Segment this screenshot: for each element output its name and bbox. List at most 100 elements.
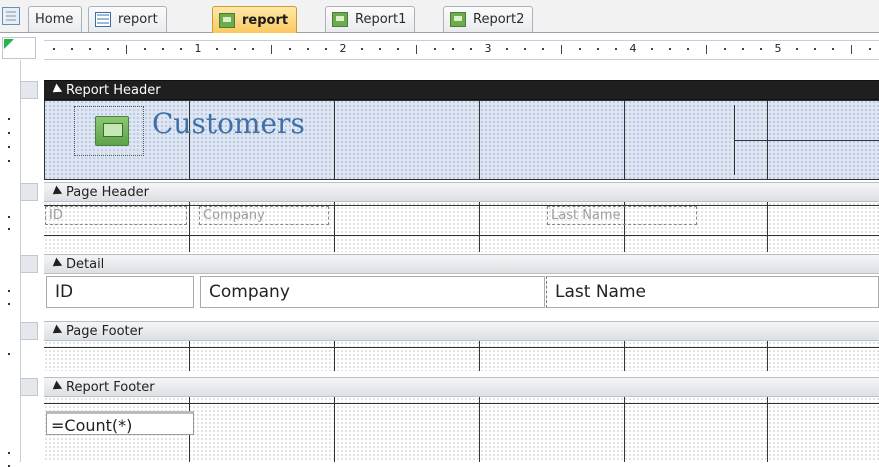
ruler-dot [107, 48, 109, 50]
vertical-ruler-mark [8, 132, 10, 134]
field-id[interactable]: ID [46, 276, 194, 308]
ruler-dot [234, 48, 236, 50]
ruler-dot [724, 48, 726, 50]
tab-report-table-label: report [118, 12, 158, 27]
page-footer-area[interactable] [44, 341, 879, 371]
horizontal-ruler[interactable]: 1 2 3 4 5 [44, 40, 879, 60]
report-icon [332, 12, 348, 27]
ruler-dot [760, 48, 762, 50]
ruler-dot [71, 48, 73, 50]
report-footer-area[interactable]: =Count(*) [44, 397, 879, 462]
section-bar-detail[interactable]: Detail [44, 254, 879, 274]
ruler-number: 2 [339, 42, 347, 55]
tab-home-label: Home [35, 12, 74, 27]
vertical-ruler-mark [8, 146, 10, 148]
field-last-name[interactable]: Last Name [546, 276, 879, 308]
ruler-tick [416, 45, 417, 54]
ruler-dot [796, 48, 798, 50]
table-icon [95, 12, 111, 27]
ruler-tick [271, 45, 272, 54]
ruler-tick [851, 45, 852, 54]
section-selector-page-footer[interactable] [20, 322, 38, 340]
tab-report-table[interactable]: report [88, 6, 167, 32]
navigation-pane-toggle-icon[interactable] [2, 7, 20, 25]
section-bar-report-header[interactable]: Report Header [44, 80, 879, 100]
tab-report1[interactable]: Report1 [325, 6, 416, 32]
ruler-dot [434, 48, 436, 50]
tab-home[interactable]: Home [28, 6, 83, 32]
ruler-number: 3 [484, 42, 492, 55]
section-selector-report-header[interactable] [20, 81, 38, 99]
ruler-tick [126, 45, 127, 54]
ruler-dot [687, 48, 689, 50]
vertical-ruler-mark [8, 353, 10, 355]
section-bar-page-header[interactable]: Page Header [44, 182, 879, 202]
document-tab-bar: Home report report Report1 Report2 [0, 0, 879, 33]
section-label: Report Footer [66, 379, 155, 395]
vertical-ruler-mark [8, 228, 10, 230]
section-selector-page-header[interactable] [20, 183, 38, 201]
section-bar-page-footer[interactable]: Page Footer [44, 321, 879, 341]
ruler-dot [524, 48, 526, 50]
ruler-dot [307, 48, 309, 50]
ruler-dot [814, 48, 816, 50]
ruler-dot [869, 48, 871, 50]
section-arrow-icon [49, 185, 63, 199]
ruler-dot [53, 48, 55, 50]
section-arrow-icon [49, 324, 63, 338]
ruler-dot [252, 48, 254, 50]
vertical-ruler-mark [8, 452, 10, 454]
vertical-ruler-mark [8, 303, 10, 305]
vertical-ruler-mark [8, 118, 10, 120]
ruler-dot [669, 48, 671, 50]
ruler-dot [615, 48, 617, 50]
vertical-ruler [0, 60, 21, 467]
tab-report2[interactable]: Report2 [443, 6, 534, 32]
ruler-dot [506, 48, 508, 50]
report-header-area[interactable]: Customers [44, 100, 879, 180]
ruler-dot [144, 48, 146, 50]
ruler-dot [470, 48, 472, 50]
vertical-ruler-mark [8, 160, 10, 162]
ruler-dot [579, 48, 581, 50]
ruler-tick [706, 45, 707, 54]
ruler-dot [542, 48, 544, 50]
report-title[interactable]: Customers [152, 110, 305, 138]
section-selector-detail[interactable] [20, 255, 38, 273]
section-label: Page Header [66, 184, 149, 200]
vertical-ruler-mark [8, 290, 10, 292]
ruler-dot [651, 48, 653, 50]
section-bar-report-footer[interactable]: Report Footer [44, 377, 879, 397]
report-icon [450, 12, 466, 27]
ruler-dot [397, 48, 399, 50]
section-label: Report Header [66, 82, 161, 98]
section-arrow-icon [49, 257, 63, 271]
ruler-number: 1 [194, 42, 202, 55]
ruler-dot [89, 48, 91, 50]
tab-report-active[interactable]: report [212, 6, 298, 33]
count-expression-field[interactable]: =Count(*) [46, 411, 194, 435]
ruler-dot [832, 48, 834, 50]
section-arrow-icon [49, 83, 63, 97]
ruler-dot [597, 48, 599, 50]
label-id[interactable]: ID [45, 206, 187, 225]
section-label: Detail [66, 256, 105, 272]
ruler-dot [216, 48, 218, 50]
section-arrow-icon [49, 380, 63, 394]
report-logo-icon[interactable] [95, 116, 129, 146]
ruler-dot [325, 48, 327, 50]
ruler-dot [162, 48, 164, 50]
ruler-dot [180, 48, 182, 50]
label-last-name[interactable]: Last Name [547, 206, 697, 225]
field-company[interactable]: Company [200, 276, 545, 308]
tab-report2-label: Report2 [473, 12, 525, 27]
tab-report-active-label: report [242, 12, 289, 28]
label-company[interactable]: Company [199, 206, 329, 225]
ruler-dot [361, 48, 363, 50]
page-header-area[interactable]: ID Company Last Name [44, 202, 879, 252]
section-selector-report-footer[interactable] [20, 378, 38, 396]
detail-area[interactable]: ID Company Last Name [44, 274, 879, 320]
section-label: Page Footer [66, 323, 143, 339]
tab-report1-label: Report1 [355, 12, 407, 27]
ruler-dot [379, 48, 381, 50]
